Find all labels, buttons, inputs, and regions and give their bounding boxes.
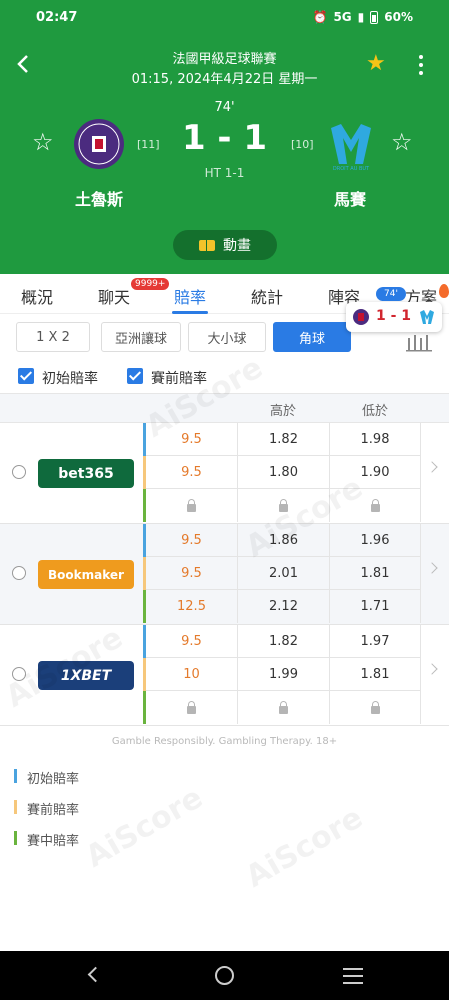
away-team-logo[interactable]: DROIT AU BUT <box>325 118 377 170</box>
under-odds: 1.97 <box>329 625 421 658</box>
tab-stats[interactable]: 統計 <box>251 284 283 308</box>
line-value: 9.5 <box>181 634 202 649</box>
half-time-score: HT 1-1 <box>204 166 245 180</box>
initial-odds-checkbox[interactable] <box>18 368 34 384</box>
bookmaker-row-bookmaker[interactable]: Bookmaker 9.5 1.86 1.96 9.5 2.01 1.81 12… <box>0 524 449 625</box>
hot-flame-icon <box>439 284 449 298</box>
network-label: 5G <box>333 10 352 24</box>
under-column-header: 低於 <box>361 404 388 419</box>
chevron-right-icon[interactable] <box>426 562 438 574</box>
floating-minute-badge: 74' <box>376 287 406 301</box>
odds-row: 9.5 1.80 1.90 <box>143 456 421 489</box>
home-rank: [11] <box>137 138 160 151</box>
favorite-star-icon[interactable]: ★ <box>366 53 386 75</box>
status-time: 02:47 <box>36 10 78 25</box>
odds-row: 10 1.99 1.81 <box>143 658 421 691</box>
tab-odds[interactable]: 賠率 <box>174 284 206 308</box>
market-asian-handicap[interactable]: 亞洲讓球 <box>101 322 181 352</box>
tab-overview[interactable]: 概況 <box>21 284 53 308</box>
over-odds: 1.82 <box>237 423 329 456</box>
bet365-logo: bet365 <box>38 459 134 488</box>
line-value: 9.5 <box>181 533 202 548</box>
line-value: 9.5 <box>181 465 202 480</box>
odds-row: 12.5 2.12 1.71 <box>143 590 421 623</box>
over-odds: 1.82 <box>237 625 329 658</box>
match-header: 02:47 ⏰ 5G ▮ 60% 法國甲級足球聯賽 01:15, 2024年4月… <box>0 0 449 274</box>
away-mini-logo <box>420 310 434 324</box>
odds-row-locked <box>143 691 421 724</box>
home-mini-logo <box>353 309 369 325</box>
more-options-icon[interactable] <box>414 52 428 78</box>
over-odds: 1.99 <box>237 658 329 691</box>
odds-row: 9.5 2.01 1.81 <box>143 557 421 590</box>
svg-text:DROIT AU BUT: DROIT AU BUT <box>333 166 370 170</box>
alarm-icon: ⏰ <box>312 10 328 24</box>
away-follow-star-icon[interactable]: ☆ <box>391 130 413 154</box>
line-value: 9.5 <box>181 566 202 581</box>
bookmaker-row-bet365[interactable]: bet365 9.5 1.82 1.98 9.5 1.80 1.90 <box>0 423 449 524</box>
market-1x2[interactable]: 1 X 2 <box>16 322 90 352</box>
watermark: AiScore <box>79 780 209 875</box>
system-nav-bar <box>0 951 449 1000</box>
lock-icon <box>146 489 237 522</box>
over-odds: 1.80 <box>237 456 329 489</box>
match-minute: 74' <box>214 100 235 115</box>
floating-score-value: 1 - 1 <box>376 308 412 324</box>
chevron-right-icon[interactable] <box>426 663 438 675</box>
over-odds: 2.12 <box>237 590 329 623</box>
away-team-name[interactable]: 馬賽 <box>290 186 410 210</box>
nav-home-icon[interactable] <box>215 966 234 985</box>
lock-icon <box>237 691 329 724</box>
tab-chat[interactable]: 聊天 <box>98 284 130 308</box>
under-odds: 1.81 <box>329 658 421 691</box>
under-odds: 1.98 <box>329 423 421 456</box>
nav-back-icon[interactable] <box>87 966 104 983</box>
status-bar: 02:47 ⏰ 5G ▮ 60% <box>0 0 449 36</box>
bookmaker-logo: Bookmaker <box>38 560 134 589</box>
under-odds: 1.81 <box>329 557 421 590</box>
floating-score-widget[interactable]: 1 - 1 <box>346 302 442 332</box>
gamble-responsibly-notice: Gamble Responsibly. Gambling Therapy. 18… <box>111 736 338 747</box>
pitch-icon <box>199 239 215 251</box>
market-corners[interactable]: 角球 <box>273 322 351 352</box>
bookmaker-radio[interactable] <box>12 566 26 580</box>
home-follow-star-icon[interactable]: ☆ <box>32 130 54 154</box>
lock-icon <box>329 691 421 724</box>
line-value: 12.5 <box>177 599 206 614</box>
odds-chart-icon[interactable] <box>405 330 433 352</box>
bookmaker-radio[interactable] <box>12 465 26 479</box>
lock-icon <box>146 691 237 724</box>
chat-count-badge: 9999+ <box>131 278 170 290</box>
over-odds: 2.01 <box>237 557 329 590</box>
animation-button[interactable]: 動畫 <box>173 230 277 260</box>
away-rank: [10] <box>291 138 314 151</box>
battery-level: 60% <box>384 10 413 24</box>
match-score: 1 - 1 <box>181 118 268 158</box>
under-odds: 1.71 <box>329 590 421 623</box>
status-icons: ⏰ 5G ▮ 60% <box>313 10 414 24</box>
pre-match-odds-checkbox[interactable] <box>127 368 143 384</box>
animation-label: 動畫 <box>223 238 251 254</box>
home-team-name[interactable]: 土魯斯 <box>39 186 159 210</box>
watermark: AiScore <box>239 800 369 895</box>
battery-icon <box>370 10 379 24</box>
line-value: 10 <box>183 667 200 682</box>
under-odds: 1.96 <box>329 524 421 557</box>
home-team-logo[interactable] <box>73 118 125 170</box>
nav-recents-icon[interactable] <box>343 968 363 989</box>
signal-icon: ▮ <box>357 10 365 24</box>
chevron-right-icon[interactable] <box>426 461 438 473</box>
odds-row: 9.5 1.82 1.97 <box>143 625 421 658</box>
initial-odds-label: 初始賠率 <box>42 371 98 387</box>
market-over-under[interactable]: 大小球 <box>188 322 266 352</box>
over-column-header: 高於 <box>269 404 296 419</box>
